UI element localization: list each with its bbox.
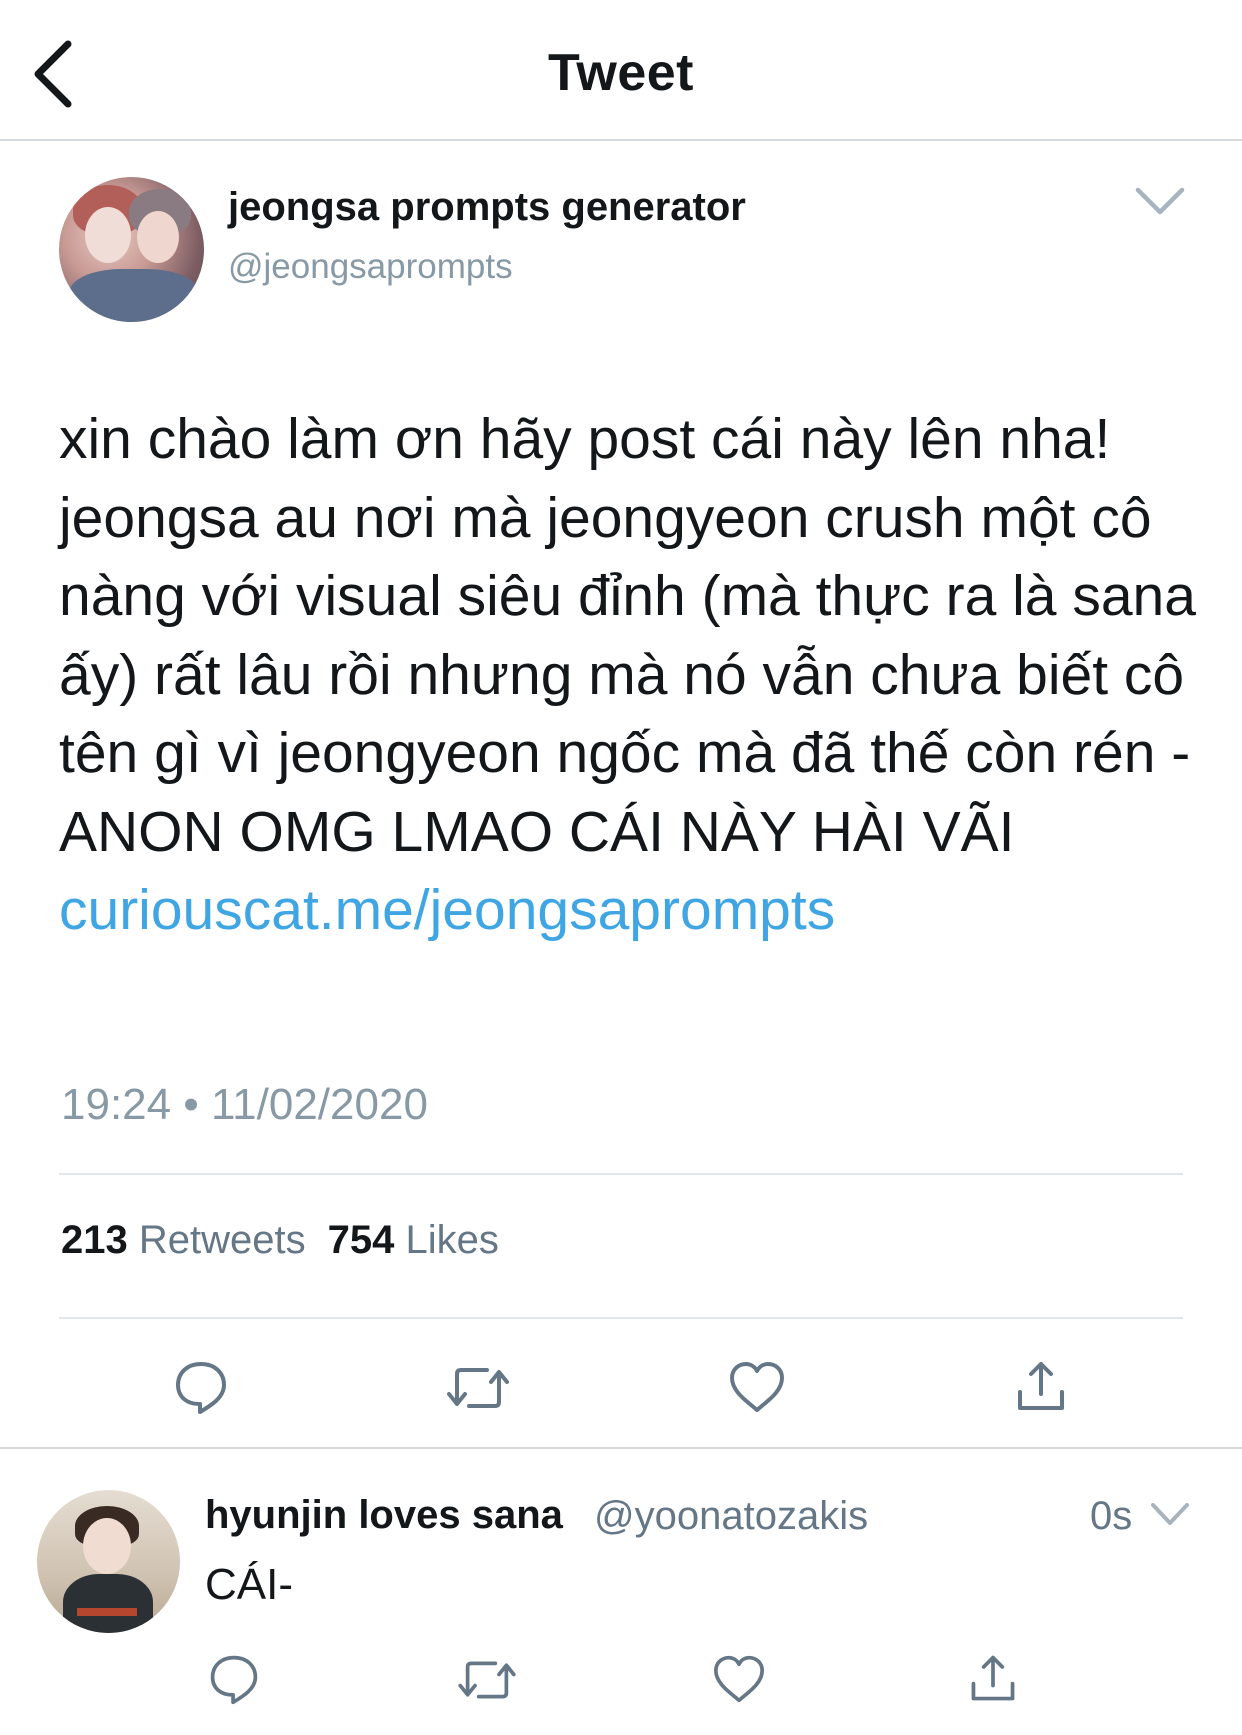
retweets-stat[interactable]: 213 Retweets <box>61 1218 306 1262</box>
divider <box>59 1173 1183 1175</box>
tweet-link[interactable]: curiouscat.me/jeongsaprompts <box>59 871 1199 950</box>
reply-author-handle[interactable]: @yoonatozakis <box>594 1494 868 1539</box>
divider <box>59 1317 1183 1319</box>
reply-time: 0s <box>1090 1494 1133 1538</box>
share-icon[interactable] <box>1012 1358 1070 1416</box>
chevron-down-icon[interactable] <box>1134 184 1186 218</box>
likes-stat[interactable]: 754 Likes <box>328 1218 499 1262</box>
reply-actions <box>0 1652 1242 1722</box>
retweet-icon[interactable] <box>458 1656 516 1704</box>
retweet-icon[interactable] <box>447 1362 509 1414</box>
like-icon[interactable] <box>728 1360 786 1414</box>
reply-avatar[interactable] <box>37 1490 180 1633</box>
author-handle[interactable]: @jeongsaprompts <box>228 247 513 287</box>
tweet-body: xin chào làm ơn hãy post cái này lên nha… <box>59 400 1199 950</box>
engagement-stats: 213 Retweets 754 Likes <box>61 1218 521 1263</box>
divider <box>0 1447 1242 1449</box>
author-name[interactable]: jeongsa prompts generator <box>228 185 746 230</box>
page-title: Tweet <box>547 44 694 102</box>
tweet-text: xin chào làm ơn hãy post cái này lên nha… <box>59 407 1196 864</box>
like-icon[interactable] <box>712 1654 766 1704</box>
tweet-timestamp: 19:24 • 11/02/2020 <box>61 1080 428 1129</box>
avatar[interactable] <box>59 177 204 322</box>
reply-text: CÁI- <box>205 1560 293 1609</box>
reply-author-name[interactable]: hyunjin loves sana <box>205 1493 563 1538</box>
tweet-actions <box>0 1358 1242 1428</box>
reply-icon[interactable] <box>207 1652 261 1706</box>
reply-icon[interactable] <box>172 1358 230 1416</box>
chevron-down-icon[interactable] <box>1150 1500 1190 1528</box>
share-icon[interactable] <box>966 1652 1020 1706</box>
top-bar: Tweet <box>0 0 1242 141</box>
